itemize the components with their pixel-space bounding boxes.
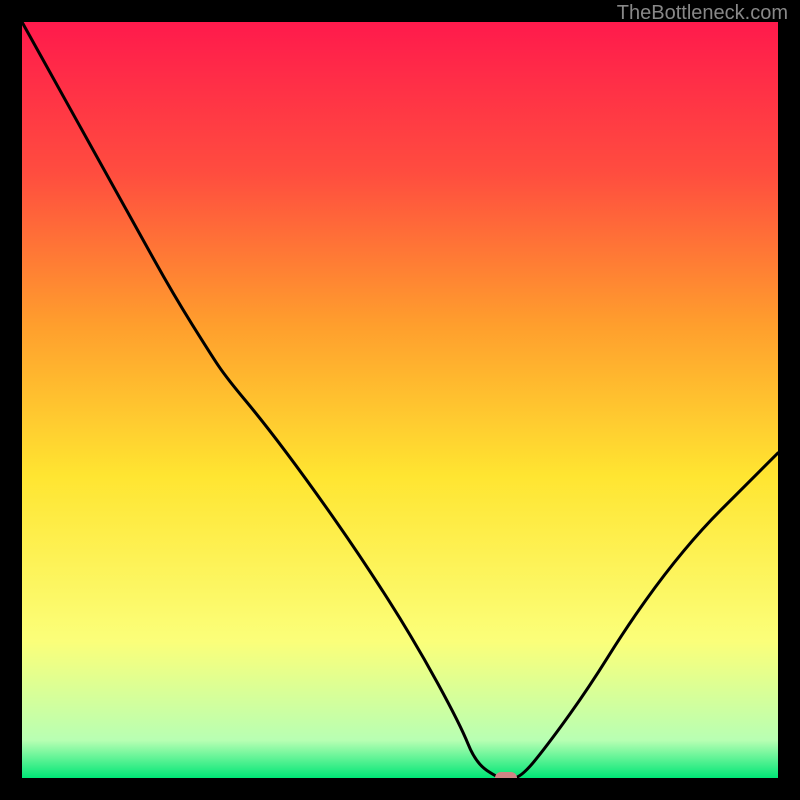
plot-area [22,22,778,778]
curve-minimum-marker [495,772,517,778]
bottleneck-curve [22,22,778,778]
watermark-text: TheBottleneck.com [617,2,788,25]
